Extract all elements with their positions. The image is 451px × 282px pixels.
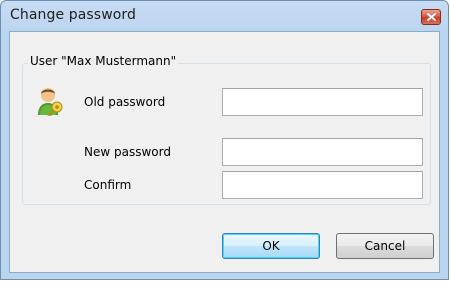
old-password-field[interactable] <box>222 88 423 116</box>
dialog-window: Change password User "Max Mustermann" Ol… <box>0 0 449 280</box>
confirm-password-field[interactable] <box>222 171 423 199</box>
ok-button[interactable]: OK <box>222 233 320 259</box>
user-key-icon <box>38 88 63 116</box>
old-password-label: Old password <box>84 95 166 109</box>
new-password-field[interactable] <box>222 138 423 166</box>
titlebar[interactable]: Change password <box>1 1 448 31</box>
close-icon <box>427 13 436 21</box>
new-password-label: New password <box>84 145 171 159</box>
groupbox-legend: User "Max Mustermann" <box>28 54 179 68</box>
close-button[interactable] <box>421 9 441 25</box>
cancel-button[interactable]: Cancel <box>336 233 434 259</box>
confirm-password-label: Confirm <box>84 178 132 192</box>
window-title: Change password <box>10 7 137 23</box>
dialog-client-area: User "Max Mustermann" Old password New p… <box>9 31 440 273</box>
